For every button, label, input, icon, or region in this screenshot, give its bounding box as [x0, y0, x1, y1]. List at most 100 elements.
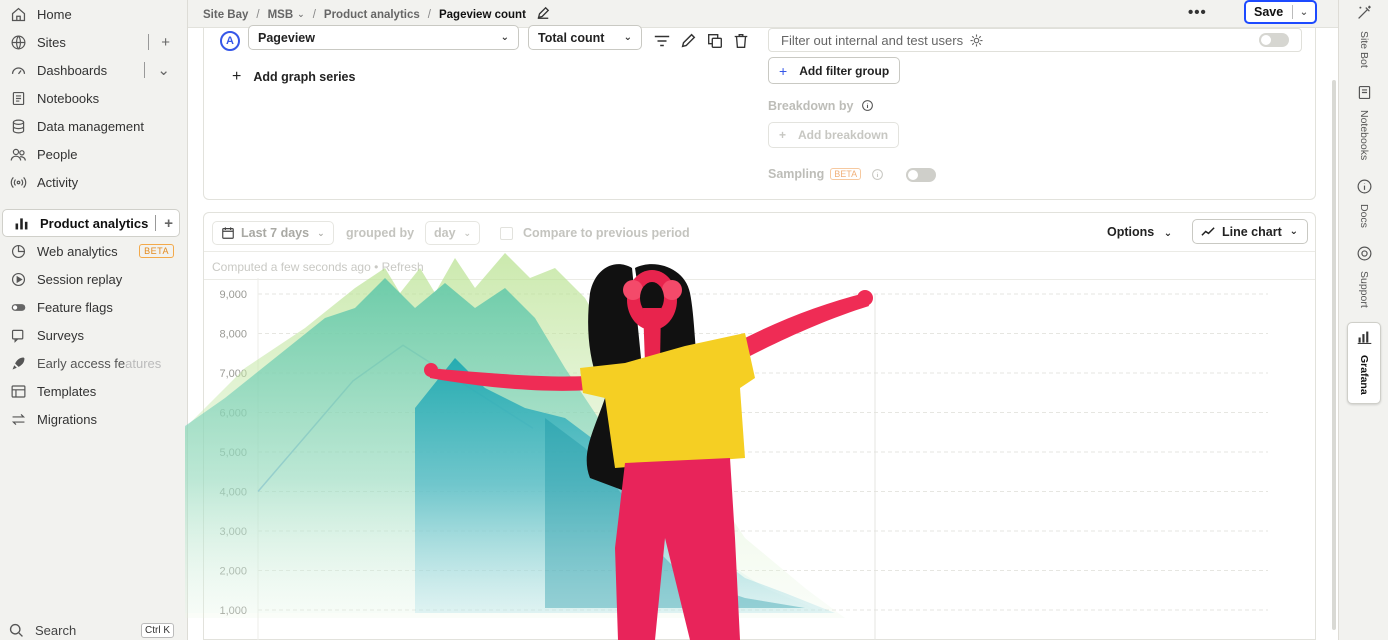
sidebar-item-dashboards[interactable]: Dashboards ⌄ — [0, 56, 186, 84]
search-icon — [8, 622, 25, 639]
dashboard-icon — [8, 60, 28, 80]
rail-item-docs[interactable]: Docs — [1347, 178, 1381, 228]
math-select[interactable]: Total count ⌄ — [528, 25, 642, 50]
series-letter-badge: A — [220, 31, 240, 51]
sidebar-item-label: People — [37, 146, 78, 162]
sidebar-item-product-analytics[interactable]: Product analytics + — [2, 209, 180, 237]
sidebar-item-label: Surveys — [37, 327, 84, 343]
info-icon[interactable] — [871, 168, 884, 181]
rail-label: Site Bot — [1358, 31, 1370, 68]
sampling-toggle[interactable] — [906, 168, 936, 182]
beta-badge: BETA — [830, 168, 862, 180]
more-options-button[interactable]: ••• — [1188, 4, 1207, 21]
left-sidebar: Home Sites + Dashboards ⌄ Notebooks Data… — [0, 0, 188, 640]
rail-label: Notebooks — [1358, 110, 1370, 161]
checkbox[interactable] — [500, 226, 513, 240]
sidebar-item-sites[interactable]: Sites + — [0, 28, 186, 56]
rail-item-notebooks[interactable]: Notebooks — [1347, 84, 1381, 160]
sampling-label: Sampling BETA — [768, 167, 884, 181]
chevron-down-icon: ⌄ — [317, 227, 325, 238]
top-bar: Site Bay / MSB ⌄ / Product analytics / P… — [188, 0, 1338, 28]
sidebar-item-early-access[interactable]: Early access features — [0, 349, 186, 377]
add-filter-group-button[interactable]: + Add filter group — [768, 57, 901, 84]
chevron-down-icon[interactable]: ⌄ — [1293, 7, 1315, 18]
search-shortcut: Ctrl K — [141, 622, 174, 638]
rail-item-support[interactable]: Support — [1347, 245, 1381, 308]
rename-pencil-icon[interactable] — [679, 32, 697, 50]
breadcrumb-separator: / — [256, 8, 260, 21]
sidebar-item-web-analytics[interactable]: Web analytics BETA — [0, 237, 186, 265]
sidebar-item-label: Early access features — [37, 355, 162, 371]
duplicate-icon[interactable] — [706, 32, 724, 50]
add-breakdown-button[interactable]: + Add breakdown — [768, 122, 900, 148]
sidebar-item-templates[interactable]: Templates — [0, 377, 186, 405]
compare-checkbox[interactable]: Compare to previous period — [500, 221, 690, 245]
scrollbar[interactable] — [1332, 80, 1336, 630]
add-insight-button[interactable]: + — [164, 215, 173, 232]
survey-icon — [8, 325, 28, 345]
chart-type-select[interactable]: Line chart ⌄ — [1192, 219, 1308, 244]
globe-icon — [8, 32, 28, 52]
query-editor-card: A Pageview ⌄ Total count ⌄ + Add graph s… — [203, 25, 1316, 200]
sidebar-item-activity[interactable]: Activity — [0, 168, 186, 196]
rail-label: Grafana — [1358, 355, 1370, 395]
sidebar-item-home[interactable]: Home — [0, 0, 186, 28]
sidebar-item-label: Data management — [37, 118, 144, 134]
sidebar-item-people[interactable]: People — [0, 140, 186, 168]
sidebar-item-notebooks[interactable]: Notebooks — [0, 84, 186, 112]
watercolor-illustration — [185, 253, 873, 640]
breadcrumb-msb[interactable]: MSB — [268, 9, 294, 21]
magic-wand-icon — [1355, 4, 1373, 25]
delete-trash-icon[interactable] — [732, 32, 750, 50]
breadcrumb-product-analytics[interactable]: Product analytics — [324, 9, 420, 21]
sidebar-item-label: Product analytics — [40, 215, 149, 231]
home-icon — [8, 4, 28, 24]
info-icon — [1356, 178, 1373, 198]
date-range-select[interactable]: Last 7 days ⌄ — [212, 221, 334, 245]
interval-select[interactable]: day ⌄ — [425, 221, 481, 245]
options-button[interactable]: Options ⌄ — [1107, 225, 1172, 239]
info-icon[interactable] — [861, 99, 874, 115]
beta-badge: BETA — [139, 244, 174, 258]
toggle-icon — [8, 297, 28, 317]
add-graph-series-button[interactable]: + Add graph series — [232, 68, 355, 86]
sidebar-item-label: Sites — [37, 34, 66, 50]
support-icon — [1356, 245, 1373, 265]
people-icon — [8, 144, 28, 164]
rail-item-site-bot[interactable]: Site Bot — [1347, 4, 1381, 68]
plus-icon: + — [779, 128, 787, 142]
breakdown-label: Breakdown by — [768, 99, 874, 115]
event-select[interactable]: Pageview ⌄ — [248, 25, 519, 50]
filter-icon[interactable] — [653, 32, 671, 50]
sidebar-item-session-replay[interactable]: Session replay — [0, 265, 186, 293]
gear-icon[interactable] — [969, 33, 984, 48]
chevron-down-icon[interactable]: ⌄ — [297, 9, 305, 20]
breadcrumb-site-bay[interactable]: Site Bay — [203, 9, 248, 21]
dashboards-expand-button[interactable]: ⌄ — [157, 61, 170, 79]
grouped-by-label: grouped by — [346, 226, 415, 240]
sidebar-item-label: Home — [37, 6, 72, 22]
migration-icon — [8, 409, 28, 429]
edit-title-pencil-icon[interactable] — [536, 6, 550, 23]
bar-chart-icon — [11, 213, 31, 233]
sidebar-item-label: Web analytics — [37, 243, 118, 259]
chevron-down-icon: ⌄ — [500, 32, 509, 43]
calendar-icon — [221, 226, 235, 240]
sidebar-item-data-management[interactable]: Data management — [0, 112, 186, 140]
replay-icon — [8, 269, 28, 289]
sidebar-search[interactable]: Search Ctrl K — [8, 620, 180, 640]
plus-icon: + — [779, 62, 788, 79]
rail-label: Support — [1358, 271, 1370, 308]
chevron-down-icon: ⌄ — [463, 227, 472, 238]
sidebar-item-migrations[interactable]: Migrations — [0, 405, 186, 433]
sidebar-item-feature-flags[interactable]: Feature flags — [0, 293, 186, 321]
filter-test-users-toggle[interactable] — [1259, 33, 1289, 47]
rail-item-grafana[interactable]: Grafana — [1347, 322, 1381, 404]
sidebar-item-surveys[interactable]: Surveys — [0, 321, 186, 349]
grafana-icon — [1356, 329, 1373, 349]
rail-label: Docs — [1358, 204, 1370, 228]
add-site-button[interactable]: + — [161, 34, 170, 51]
save-button[interactable]: Save ⌄ — [1244, 0, 1317, 24]
page-title: Pageview count — [438, 8, 526, 21]
breadcrumb: Site Bay / MSB ⌄ / Product analytics / P… — [203, 6, 550, 23]
